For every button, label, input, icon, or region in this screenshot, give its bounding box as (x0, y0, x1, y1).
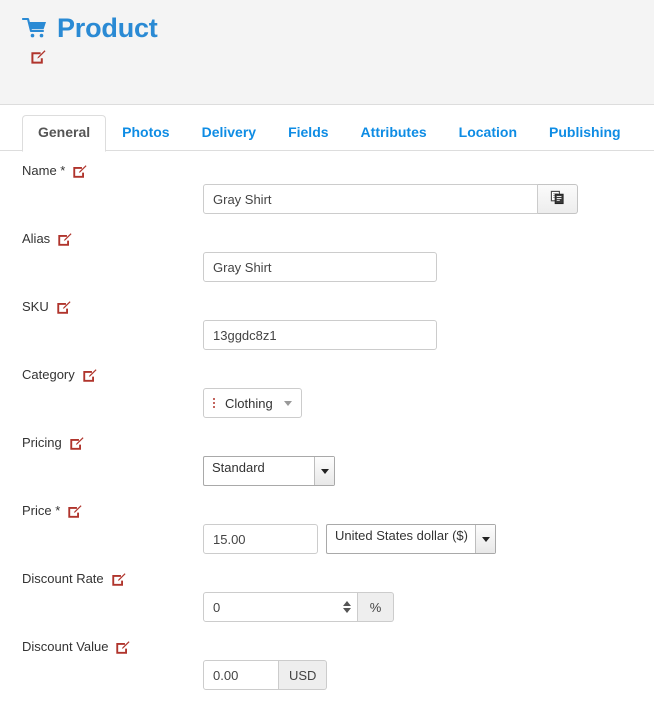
category-select-value: Clothing (225, 395, 273, 411)
label-price-text: Price * (22, 503, 61, 518)
edit-pencil-icon[interactable] (115, 640, 131, 655)
form-row-alias: Alias (0, 231, 654, 299)
control-category: Clothing (203, 388, 302, 418)
control-name (203, 184, 578, 214)
edit-pencil-icon[interactable] (56, 300, 71, 315)
tab-location[interactable]: Location (443, 115, 533, 151)
form-row-discount-value: Discount Value USD (0, 639, 654, 707)
drag-handle-icon (212, 398, 216, 408)
general-form: Name * Gray Shirt Alias Gray Shirt SKU 1… (0, 151, 654, 707)
label-price: Price * (22, 503, 82, 519)
discount-value-input[interactable] (203, 660, 279, 690)
label-discount-value: Discount Value (22, 639, 131, 655)
usd-addon: USD (279, 660, 328, 690)
label-name: Name * (22, 163, 87, 179)
control-discount-rate: % (203, 592, 394, 622)
form-row-price: Price * United States dollar ($) (0, 503, 654, 571)
edit-pencil-icon[interactable] (111, 572, 126, 587)
edit-pencil-icon[interactable] (82, 368, 97, 383)
label-sku: SKU (22, 299, 71, 315)
tab-delivery[interactable]: Delivery (186, 115, 272, 151)
label-pricing-text: Pricing (22, 435, 62, 450)
label-discount-value-text: Discount Value (22, 639, 109, 654)
tab-bar: General Photos Delivery Fields Attribute… (0, 105, 654, 152)
label-discount-rate-text: Discount Rate (22, 571, 104, 586)
percent-addon: % (358, 592, 394, 622)
edit-pencil-icon[interactable] (57, 232, 72, 247)
copy-button[interactable] (538, 184, 578, 214)
label-name-text: Name * (22, 163, 66, 178)
tab-attributes[interactable]: Attributes (345, 115, 443, 151)
tab-photos[interactable]: Photos (106, 115, 185, 151)
form-row-category: Category Clothing (0, 367, 654, 435)
edit-pencil-icon[interactable] (30, 49, 46, 64)
pricing-select[interactable]: Standard (203, 456, 335, 486)
name-input[interactable] (203, 184, 538, 214)
copy-icon (550, 190, 565, 208)
label-discount-rate: Discount Rate (22, 571, 126, 587)
tab-fields[interactable]: Fields (272, 115, 344, 151)
pricing-select-value: Standard (212, 460, 265, 475)
control-price: United States dollar ($) (203, 524, 496, 554)
tab-general[interactable]: General (22, 115, 107, 152)
label-category: Category (22, 367, 97, 383)
sku-input[interactable] (203, 320, 437, 350)
label-alias-text: Alias (22, 231, 51, 246)
currency-select-value: United States dollar ($) (335, 528, 468, 543)
page-header: Product (0, 0, 654, 105)
shopping-cart-icon (21, 16, 48, 40)
form-row-pricing: Pricing Standard (0, 435, 654, 503)
number-stepper[interactable] (342, 599, 351, 615)
price-input[interactable] (203, 524, 318, 554)
stepper-down-icon[interactable] (342, 608, 351, 613)
label-alias: Alias (22, 231, 72, 247)
control-pricing: Standard (203, 456, 335, 486)
header-edit-row[interactable] (30, 49, 654, 65)
edit-pencil-icon[interactable] (69, 436, 84, 451)
discount-rate-input[interactable] (203, 592, 358, 622)
label-category-text: Category (22, 367, 75, 382)
page-title-row: Product (21, 13, 654, 43)
tab-publishing[interactable]: Publishing (533, 115, 637, 151)
page-title: Product (57, 13, 158, 43)
alias-input[interactable] (203, 252, 437, 282)
category-select[interactable]: Clothing (203, 388, 302, 418)
control-alias (203, 252, 437, 282)
stepper-up-icon[interactable] (342, 601, 351, 606)
control-sku (203, 320, 437, 350)
chevron-down-icon (283, 400, 292, 406)
edit-pencil-icon[interactable] (72, 164, 87, 179)
form-row-discount-rate: Discount Rate % (0, 571, 654, 639)
currency-select[interactable]: United States dollar ($) (326, 524, 496, 554)
form-row-sku: SKU (0, 299, 654, 367)
control-discount-value: USD (203, 660, 328, 690)
edit-pencil-icon[interactable] (67, 504, 82, 519)
form-row-name: Name * (0, 163, 654, 231)
label-pricing: Pricing (22, 435, 84, 451)
label-sku-text: SKU (22, 299, 49, 314)
